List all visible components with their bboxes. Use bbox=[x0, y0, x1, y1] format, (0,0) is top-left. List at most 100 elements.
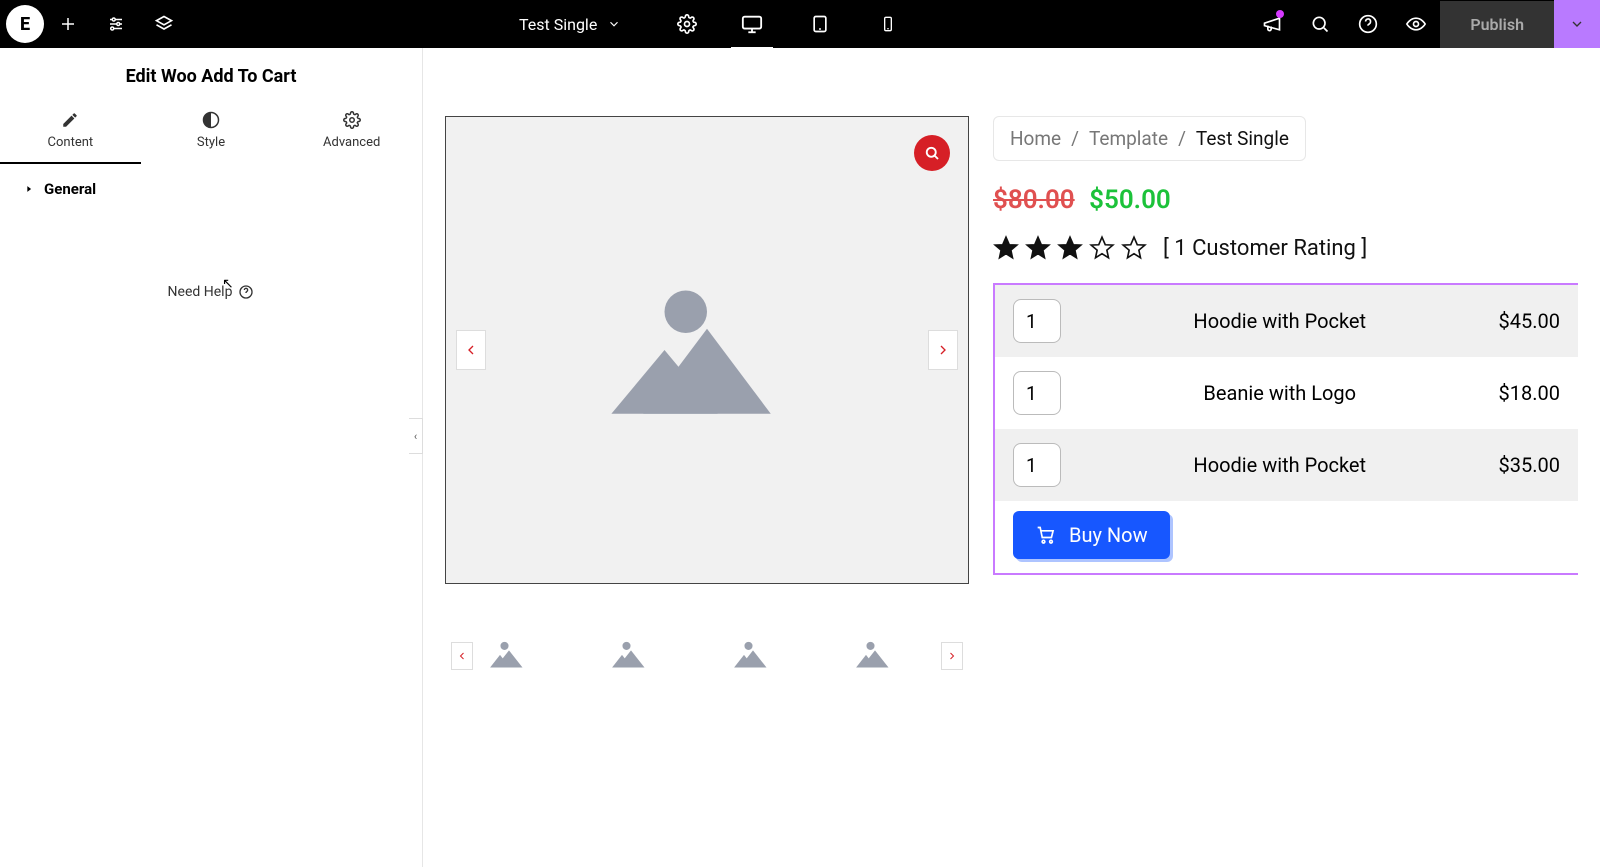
star-icon bbox=[993, 235, 1019, 261]
thumbnail-item[interactable] bbox=[605, 634, 657, 674]
chevron-right-icon bbox=[946, 648, 958, 664]
grouped-product-price: $35.00 bbox=[1499, 453, 1560, 477]
device-mobile-button[interactable] bbox=[859, 0, 917, 48]
tab-advanced[interactable]: Advanced bbox=[281, 101, 422, 164]
breadcrumb: Home / Template / Test Single bbox=[993, 116, 1306, 161]
thumbs-next-button[interactable] bbox=[941, 642, 963, 670]
tab-content[interactable]: Content bbox=[0, 101, 141, 164]
grouped-product-row: Hoodie with Pocket $35.00 bbox=[995, 429, 1578, 501]
panel-title: Edit Woo Add To Cart bbox=[0, 48, 422, 101]
breadcrumb-item[interactable]: Template bbox=[1089, 127, 1168, 150]
breadcrumb-separator: / bbox=[1178, 127, 1186, 150]
grouped-product-price: $45.00 bbox=[1499, 309, 1560, 333]
product-gallery bbox=[445, 116, 969, 674]
help-circle-icon bbox=[1358, 14, 1378, 34]
product-price: $80.00 $50.00 bbox=[993, 185, 1578, 215]
star-icon bbox=[1025, 235, 1051, 261]
buy-now-button[interactable]: Buy Now bbox=[1013, 511, 1170, 559]
publish-options-button[interactable] bbox=[1554, 0, 1600, 48]
star-icon bbox=[1121, 235, 1147, 261]
sliders-icon bbox=[107, 15, 125, 33]
preview-button[interactable] bbox=[1392, 0, 1440, 48]
thumbnail-item[interactable] bbox=[727, 634, 779, 674]
price-sale: $50.00 bbox=[1089, 185, 1171, 215]
rating-stars bbox=[993, 235, 1147, 261]
add-element-button[interactable] bbox=[44, 0, 92, 48]
publish-button[interactable]: Publish bbox=[1440, 1, 1554, 48]
grouped-product-name: Beanie with Logo bbox=[1081, 381, 1479, 405]
gear-icon bbox=[343, 111, 361, 129]
gallery-prev-button[interactable] bbox=[456, 330, 486, 370]
topbar-center: Test Single bbox=[188, 0, 1248, 48]
grouped-product-row: Beanie with Logo$18.00 bbox=[995, 357, 1578, 429]
quantity-input[interactable] bbox=[1013, 299, 1061, 343]
structure-button[interactable] bbox=[140, 0, 188, 48]
chevron-right-icon bbox=[935, 340, 951, 360]
document-title-dropdown[interactable]: Test Single bbox=[519, 15, 621, 34]
mobile-icon bbox=[880, 13, 896, 35]
cart-icon bbox=[1035, 525, 1057, 545]
topbar-right: Publish bbox=[1248, 0, 1600, 48]
elementor-logo[interactable]: E bbox=[6, 5, 44, 43]
gear-icon bbox=[677, 14, 697, 34]
product-rating: [ 1 Customer Rating ] bbox=[993, 235, 1578, 261]
notification-dot bbox=[1276, 10, 1284, 18]
thumbnail-strip bbox=[445, 634, 969, 674]
pencil-icon bbox=[61, 111, 79, 129]
product-main-image[interactable] bbox=[445, 116, 969, 584]
grouped-product-row: Hoodie with Pocket $45.00 bbox=[995, 285, 1578, 357]
need-help-link[interactable]: Need Help bbox=[0, 284, 422, 300]
device-desktop-button[interactable] bbox=[723, 0, 781, 48]
thumbnail-item[interactable] bbox=[483, 634, 535, 674]
image-placeholder-icon bbox=[852, 636, 898, 672]
image-placeholder-icon bbox=[486, 636, 532, 672]
help-button[interactable] bbox=[1344, 0, 1392, 48]
thumbnail-item[interactable] bbox=[849, 634, 901, 674]
gallery-next-button[interactable] bbox=[928, 330, 958, 370]
collapse-sidebar-button[interactable]: ‹ bbox=[409, 418, 423, 454]
main: Edit Woo Add To Cart Content Style Advan… bbox=[0, 48, 1600, 867]
topbar-left: E bbox=[0, 0, 188, 48]
grouped-product-name: Hoodie with Pocket bbox=[1081, 309, 1479, 333]
breadcrumb-current: Test Single bbox=[1196, 127, 1289, 150]
thumbs-prev-button[interactable] bbox=[451, 642, 473, 670]
chevron-left-icon bbox=[456, 648, 468, 664]
image-placeholder-icon bbox=[730, 636, 776, 672]
rating-text: [ 1 Customer Rating ] bbox=[1163, 236, 1367, 261]
breadcrumb-separator: / bbox=[1071, 127, 1079, 150]
tablet-icon bbox=[810, 13, 830, 35]
grouped-product-name: Hoodie with Pocket bbox=[1081, 453, 1479, 477]
device-tablet-button[interactable] bbox=[791, 0, 849, 48]
price-original: $80.00 bbox=[993, 185, 1075, 215]
star-icon bbox=[1057, 235, 1083, 261]
quantity-input[interactable] bbox=[1013, 443, 1061, 487]
chevron-left-icon bbox=[463, 340, 479, 360]
help-circle-icon bbox=[238, 284, 254, 300]
section-general-toggle[interactable]: General bbox=[24, 180, 398, 198]
chevron-down-icon bbox=[1569, 16, 1585, 32]
site-settings-button[interactable] bbox=[92, 0, 140, 48]
product-info-column: Home / Template / Test Single $80.00 $50… bbox=[993, 116, 1578, 575]
quantity-input[interactable] bbox=[1013, 371, 1061, 415]
image-placeholder-icon bbox=[608, 636, 654, 672]
topbar: E Test Single bbox=[0, 0, 1600, 48]
desktop-icon bbox=[740, 13, 764, 35]
editor-canvas: Home / Template / Test Single $80.00 $50… bbox=[423, 48, 1600, 867]
contrast-icon bbox=[202, 111, 220, 129]
panel-tabs: Content Style Advanced bbox=[0, 101, 422, 164]
tab-style[interactable]: Style bbox=[141, 101, 282, 164]
accordion-section: General bbox=[0, 164, 422, 214]
plus-icon bbox=[59, 15, 77, 33]
finder-button[interactable] bbox=[1296, 0, 1344, 48]
add-to-cart-widget: Hoodie with Pocket $45.00 Beanie with Logo… bbox=[993, 283, 1578, 575]
image-zoom-button[interactable] bbox=[914, 135, 950, 171]
whats-new-button[interactable] bbox=[1248, 0, 1296, 48]
editor-sidebar: Edit Woo Add To Cart Content Style Advan… bbox=[0, 48, 423, 867]
breadcrumb-item[interactable]: Home bbox=[1010, 127, 1061, 150]
responsive-device-group bbox=[723, 0, 917, 48]
image-placeholder-icon bbox=[597, 265, 817, 435]
page-settings-button[interactable] bbox=[663, 0, 711, 48]
document-title: Test Single bbox=[519, 15, 597, 34]
search-icon bbox=[923, 144, 941, 162]
eye-icon bbox=[1405, 14, 1427, 34]
